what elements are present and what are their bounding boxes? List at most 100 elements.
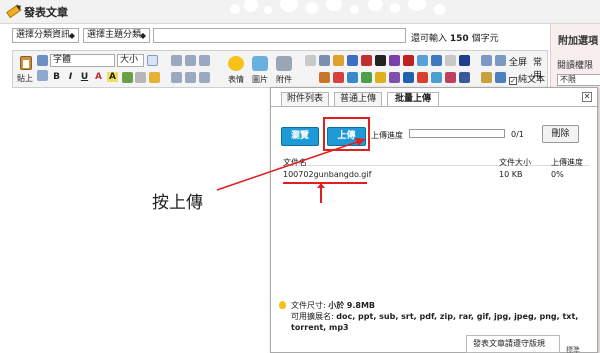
- file-name: 100702gunbangdo.gif: [283, 170, 372, 179]
- extensions-list: doc, ppt, sub, srt, pdf, zip, rar, gif, …: [291, 312, 579, 332]
- pencil-icon: [3, 0, 22, 19]
- tab-batch-upload[interactable]: 批量上傳: [387, 92, 439, 107]
- rules-tooltip: 發表文章請遵守版規: [466, 335, 560, 353]
- size-select[interactable]: 大小: [117, 54, 144, 67]
- category-select-value: 選擇分類資訊: [16, 30, 71, 40]
- code-icon[interactable]: [305, 55, 316, 66]
- facebook-icon[interactable]: [403, 72, 414, 83]
- file-table-header: 文件名 文件大小 上傳進度: [283, 157, 589, 167]
- tab-normal-upload[interactable]: 普通上傳: [334, 92, 382, 107]
- column-filesize: 文件大小: [499, 158, 531, 167]
- flickr-icon[interactable]: [445, 72, 456, 83]
- cloud-icon[interactable]: [417, 55, 428, 66]
- bg-color-button[interactable]: A: [107, 72, 118, 82]
- filename-underline: [283, 182, 367, 184]
- read-permission-select[interactable]: 不限: [557, 74, 600, 86]
- font-color-button[interactable]: A: [93, 72, 104, 82]
- browse-button[interactable]: 瀏覽: [281, 127, 319, 146]
- theme-select[interactable]: 選擇主題分類 ◆: [83, 28, 150, 43]
- attachment-label: 附件: [276, 75, 292, 84]
- bold-button[interactable]: B: [51, 72, 62, 82]
- tab-divider: [271, 106, 599, 107]
- music-icon[interactable]: [361, 72, 372, 83]
- file-progress: 0%: [551, 170, 564, 179]
- map-icon[interactable]: [459, 55, 470, 66]
- fullscreen-button[interactable]: 全屏: [509, 55, 527, 68]
- upload-highlight-box: [323, 117, 370, 151]
- plaintext-checkbox[interactable]: ✓: [509, 77, 517, 85]
- yahoo-icon[interactable]: [389, 55, 400, 66]
- editor-toolbar: 貼上 字體 大小 B I U A A 表情 圖片 附件 全屏 常用 ✓ 純文本: [12, 50, 548, 88]
- free-icon[interactable]: [333, 55, 344, 66]
- cut-icon[interactable]: [37, 55, 48, 66]
- widget-icon[interactable]: [389, 72, 400, 83]
- up-arrow-annotation: [317, 183, 325, 203]
- italic-button[interactable]: I: [65, 72, 76, 82]
- share-icon[interactable]: [431, 55, 442, 66]
- globe-icon[interactable]: [347, 72, 358, 83]
- color-box-icon[interactable]: [147, 55, 158, 66]
- close-icon[interactable]: ✕: [582, 92, 592, 102]
- annotation-text: 按上傳: [152, 193, 203, 213]
- copy-icon[interactable]: [37, 70, 48, 81]
- link-icon[interactable]: [122, 72, 133, 83]
- column-progress: 上傳進度: [551, 158, 583, 167]
- clipboard-icon: [20, 56, 32, 70]
- bottom-right-label: 標準: [566, 346, 580, 353]
- paperclip-icon: [276, 56, 292, 71]
- tab-attachment-list[interactable]: 附件列表: [281, 92, 329, 107]
- search-icon[interactable]: [481, 72, 492, 83]
- indent-icon[interactable]: [199, 72, 210, 83]
- chevron-down-icon: ◆: [68, 31, 75, 40]
- theme-select-value: 選擇主題分類: [87, 30, 142, 40]
- max-size-prefix: 小於: [328, 301, 345, 310]
- align-right-icon[interactable]: [199, 55, 210, 66]
- image-label: 圖片: [252, 75, 268, 84]
- unordered-list-icon[interactable]: [185, 72, 196, 83]
- audio-icon[interactable]: [445, 55, 456, 66]
- file-size: 10 KB: [499, 170, 523, 179]
- page-title: 發表文章: [24, 6, 68, 19]
- youtube-icon[interactable]: [403, 55, 414, 66]
- align-center-icon[interactable]: [185, 55, 196, 66]
- star-icon[interactable]: [375, 72, 386, 83]
- paste-button[interactable]: 貼上: [17, 54, 35, 84]
- table-icon[interactable]: [149, 72, 160, 83]
- plaintext-label: 純文本: [518, 75, 546, 85]
- allowed-extensions: 可用擴展名: doc, ppt, sub, srt, pdf, zip, rar…: [291, 311, 591, 333]
- plaintext-toggle[interactable]: ✓ 純文本: [509, 72, 545, 85]
- char-limit: 還可輸入 150 個字元: [411, 31, 499, 44]
- redo-icon[interactable]: [495, 55, 506, 66]
- hide-icon[interactable]: [347, 55, 358, 66]
- page-header: 發表文章: [0, 0, 600, 24]
- delete-button[interactable]: 刪除: [542, 125, 579, 143]
- picture-icon: [252, 56, 268, 71]
- max-size-info: 文件尺寸: 小於 9.8MB: [291, 300, 375, 311]
- emoji-button[interactable]: 表情: [225, 54, 247, 86]
- underline-button[interactable]: U: [79, 72, 90, 82]
- twitter-icon[interactable]: [431, 72, 442, 83]
- quote-icon[interactable]: [319, 55, 330, 66]
- smiley-icon: [228, 56, 244, 71]
- unlink-icon[interactable]: [135, 72, 146, 83]
- max-size-value: 9.8MB: [346, 301, 376, 310]
- category-select[interactable]: 選擇分類資訊 ◆: [12, 28, 79, 43]
- progress-count: 0/1: [511, 130, 524, 139]
- title-input[interactable]: [153, 28, 406, 43]
- image-button[interactable]: 圖片: [249, 54, 271, 86]
- undo-icon[interactable]: [481, 55, 492, 66]
- flash-icon[interactable]: [361, 55, 372, 66]
- ordered-list-icon[interactable]: [171, 72, 182, 83]
- char-limit-count: 150: [449, 34, 469, 44]
- header-decoration: [230, 0, 460, 24]
- fb-share-icon[interactable]: [459, 72, 470, 83]
- max-size-label: 文件尺寸:: [291, 301, 326, 310]
- video-icon[interactable]: [375, 55, 386, 66]
- align-left-icon[interactable]: [171, 55, 182, 66]
- color-icon[interactable]: [319, 72, 330, 83]
- heart-icon[interactable]: [333, 72, 344, 83]
- attachment-button[interactable]: 附件: [273, 54, 295, 86]
- font-select[interactable]: 字體: [50, 54, 115, 67]
- vote-icon[interactable]: [417, 72, 428, 83]
- back-icon[interactable]: [495, 72, 506, 83]
